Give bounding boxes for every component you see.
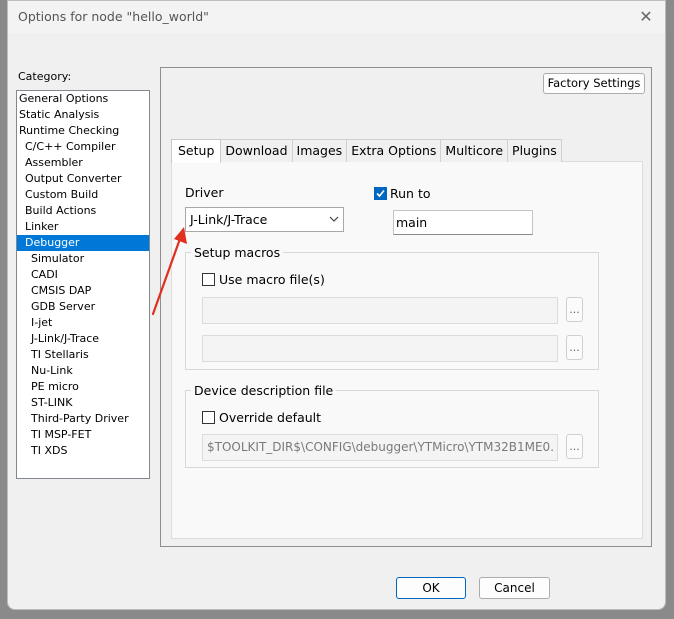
device-description-path[interactable]: $TOOLKIT_DIR$\CONFIG\debugger\YTMicro\YT…	[202, 434, 558, 461]
category-item[interactable]: CMSIS DAP	[17, 283, 149, 299]
category-item[interactable]: Assembler	[17, 155, 149, 171]
category-item[interactable]: I-jet	[17, 315, 149, 331]
ok-button[interactable]: OK	[396, 577, 466, 599]
category-item[interactable]: Third-Party Driver	[17, 411, 149, 427]
browse-macro-1-button[interactable]: ...	[566, 297, 583, 322]
override-default-checkbox[interactable]	[202, 411, 215, 424]
category-item[interactable]: Nu-Link	[17, 363, 149, 379]
driver-select[interactable]: J-Link/J-Trace	[185, 207, 344, 232]
category-item[interactable]: C/C++ Compiler	[17, 139, 149, 155]
tab-plugins[interactable]: Plugins	[507, 139, 562, 162]
tab-bar: Setup Download Images Extra Options Multicor…	[171, 139, 562, 163]
category-item[interactable]: CADI	[17, 267, 149, 283]
checkmark-icon	[376, 189, 385, 198]
close-icon[interactable]: ✕	[635, 6, 657, 28]
run-to-checkbox[interactable]	[374, 187, 387, 200]
tab-multicore[interactable]: Multicore	[440, 139, 509, 162]
macro-file-field-1[interactable]	[202, 297, 558, 324]
setup-macros-title: Setup macros	[191, 245, 284, 260]
tab-images[interactable]: Images	[291, 139, 348, 162]
category-item[interactable]: Simulator	[17, 251, 149, 267]
run-to-label: Run to	[390, 186, 431, 201]
title-bar: Options for node "hello_world" ✕	[8, 1, 665, 33]
tab-setup[interactable]: Setup	[171, 139, 222, 163]
category-item[interactable]: TI Stellaris	[17, 347, 149, 363]
use-macro-checkbox[interactable]	[202, 273, 215, 286]
driver-label: Driver	[185, 185, 224, 200]
use-macro-label: Use macro file(s)	[219, 272, 325, 287]
category-item[interactable]: Build Actions	[17, 203, 149, 219]
annotation-arrow-icon	[151, 227, 187, 316]
category-list[interactable]: General Options Static Analysis Runtime Ch…	[16, 90, 150, 479]
browse-macro-2-button[interactable]: ...	[566, 335, 583, 360]
category-item[interactable]: TI XDS	[17, 443, 149, 459]
category-label: Category:	[18, 70, 72, 83]
category-item[interactable]: J-Link/J-Trace	[17, 331, 149, 347]
category-item[interactable]: General Options	[17, 91, 149, 107]
category-item[interactable]: ST-LINK	[17, 395, 149, 411]
category-item[interactable]: Debugger	[17, 235, 149, 251]
browse-device-file-button[interactable]: ...	[566, 434, 583, 459]
window-title: Options for node "hello_world"	[18, 9, 209, 24]
category-item[interactable]: Runtime Checking	[17, 123, 149, 139]
tab-download[interactable]: Download	[220, 139, 293, 162]
category-item[interactable]: PE micro	[17, 379, 149, 395]
chevron-down-icon	[329, 208, 339, 239]
category-item[interactable]: GDB Server	[17, 299, 149, 315]
category-item[interactable]: Custom Build	[17, 187, 149, 203]
category-item[interactable]: Linker	[17, 219, 149, 235]
tab-extra-options[interactable]: Extra Options	[346, 139, 442, 162]
category-item[interactable]: Static Analysis	[17, 107, 149, 123]
override-default-label: Override default	[219, 410, 322, 425]
run-to-input[interactable]: main	[393, 210, 533, 235]
category-item[interactable]: Output Converter	[17, 171, 149, 187]
cancel-button[interactable]: Cancel	[479, 577, 550, 599]
device-description-title: Device description file	[191, 383, 337, 398]
category-item[interactable]: TI MSP-FET	[17, 427, 149, 443]
macro-file-field-2[interactable]	[202, 335, 558, 362]
factory-settings-button[interactable]: Factory Settings	[543, 73, 645, 94]
driver-value: J-Link/J-Trace	[190, 212, 268, 227]
